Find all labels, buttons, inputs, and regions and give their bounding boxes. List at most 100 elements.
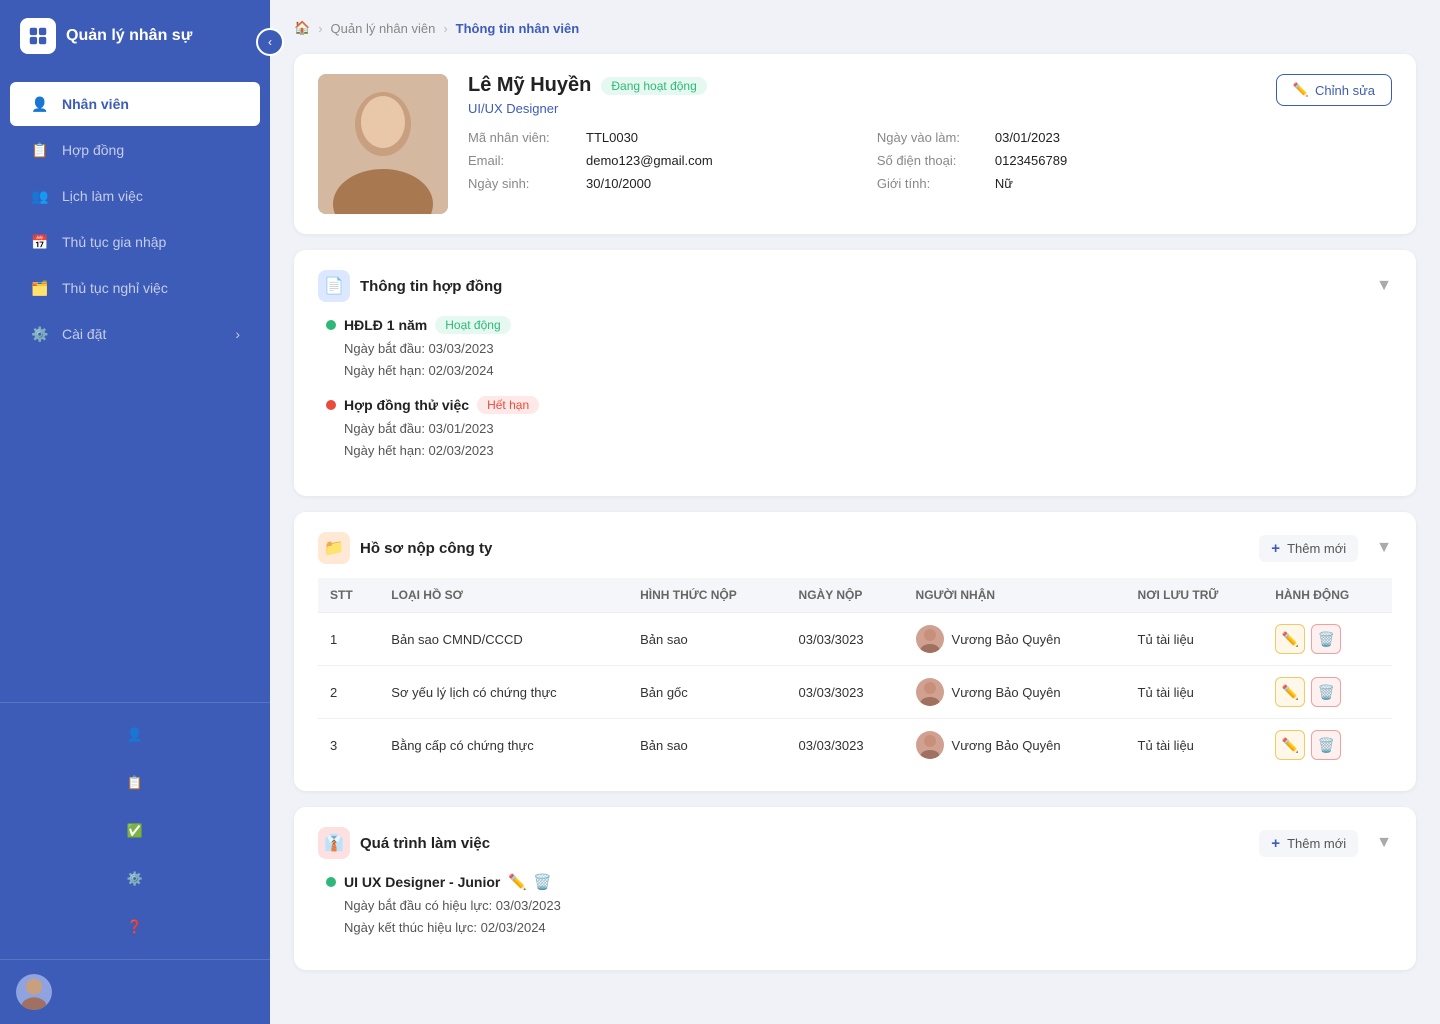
sidebar-item-label: Hợp đồng [62, 142, 124, 158]
employee-header: Lê Mỹ Huyền Đang hoạt động UI/UX Designe… [318, 74, 1392, 214]
plus-icon: + [1271, 540, 1280, 557]
document-chevron-icon[interactable]: ▼ [1376, 539, 1392, 557]
career-1-dates: Ngày bắt đầu có hiệu lực: 03/03/2023 Ngà… [326, 895, 1392, 939]
delete-doc-button[interactable]: 🗑️ [1311, 624, 1341, 654]
sidebar-item-cai-dat[interactable]: ⚙️ Cài đặt › [10, 312, 260, 356]
breadcrumb: 🏠 › Quản lý nhân viên › Thông tin nhân v… [294, 20, 1416, 36]
sidebar-user [0, 959, 270, 1024]
cell-stt: 3 [318, 719, 379, 772]
home-icon[interactable]: 🏠 [294, 20, 310, 36]
employee-photo [318, 74, 448, 214]
table-row: 1 Bản sao CMND/CCCD Bản sao 03/03/3023 V… [318, 613, 1392, 666]
email-label: Email: [468, 153, 578, 168]
ngay-vao-lam-value: 03/01/2023 [995, 130, 1060, 145]
gioi-tinh-label: Giới tính: [877, 176, 987, 191]
employee-details: Lê Mỹ Huyền Đang hoạt động UI/UX Designe… [468, 74, 1256, 191]
contract-1-dates: Ngày bắt đầu: 03/03/2023 Ngày hết hạn: 0… [326, 338, 1392, 382]
ngay-vao-lam-label: Ngày vào làm: [877, 130, 987, 145]
cell-ngay-nop: 03/03/3023 [787, 719, 904, 772]
employee-name: Lê Mỹ Huyền [468, 74, 591, 97]
settings-icon: ⚙️ [30, 324, 50, 344]
gear-icon[interactable]: ⚙️ [115, 859, 155, 899]
cell-loai: Bằng cấp có chứng thực [379, 719, 628, 772]
sidebar-item-label: Nhân viên [62, 96, 129, 112]
career-edit-button[interactable]: ✏️ [508, 873, 527, 891]
person-icon: 👤 [30, 94, 50, 114]
edit-employee-button[interactable]: ✏️ Chỉnh sửa [1276, 74, 1392, 106]
logo-icon [20, 18, 56, 54]
cell-hinh-thuc: Bản gốc [628, 666, 786, 719]
career-item-1: UI UX Designer - Junior ✏️ 🗑️ Ngày bắt đ… [318, 873, 1392, 939]
cell-ngay-nop: 03/03/3023 [787, 613, 904, 666]
breadcrumb-level1[interactable]: Quản lý nhân viên [331, 21, 436, 36]
cell-hanh-dong: ✏️ 🗑️ [1263, 666, 1392, 719]
document-table: STT LOẠI HỒ SƠ HÌNH THỨC NỘP NGÀY NỘP NG… [318, 578, 1392, 771]
col-ngay-nop: NGÀY NỘP [787, 578, 904, 613]
sidebar-bottom-icons: 👤 📋 ✅ ⚙️ ❓ [0, 702, 270, 959]
sidebar-nav: 👤 Nhân viên 📋 Hợp đồng 👥 Lịch làm việc 📅… [0, 72, 270, 702]
recipient-avatar [916, 625, 944, 653]
cell-nguoi-nhan: Vương Bảo Quyên [904, 613, 1126, 666]
table-row: 3 Bằng cấp có chứng thực Bản sao 03/03/3… [318, 719, 1392, 772]
cell-hinh-thuc: Bản sao [628, 719, 786, 772]
dot-active-icon [326, 320, 336, 330]
calendar-icon: 👥 [30, 186, 50, 206]
contract-icon: 📋 [30, 140, 50, 160]
cell-hinh-thuc: Bản sao [628, 613, 786, 666]
user-circle-icon[interactable]: 👤 [115, 715, 155, 755]
sidebar-item-nhan-vien[interactable]: 👤 Nhân viên [10, 82, 260, 126]
sidebar-item-lich-lam-viec[interactable]: 👥 Lịch làm việc [10, 174, 260, 218]
collapse-button[interactable]: ‹ [256, 28, 284, 56]
career-dot-icon [326, 877, 336, 887]
sidebar-item-label: Cài đặt [62, 326, 106, 342]
career-chevron-icon[interactable]: ▼ [1376, 834, 1392, 852]
ma-nv-value: TTL0030 [586, 130, 638, 145]
cell-ngay-nop: 03/03/3023 [787, 666, 904, 719]
sidebar-item-hop-dong[interactable]: 📋 Hợp đồng [10, 128, 260, 172]
recipient-avatar [916, 678, 944, 706]
delete-doc-button[interactable]: 🗑️ [1311, 677, 1341, 707]
cell-stt: 1 [318, 613, 379, 666]
cell-hanh-dong: ✏️ 🗑️ [1263, 613, 1392, 666]
cell-hanh-dong: ✏️ 🗑️ [1263, 719, 1392, 772]
career-section-icon: 👔 [318, 827, 350, 859]
add-document-button[interactable]: + Thêm mới [1259, 535, 1358, 562]
check-icon[interactable]: ✅ [115, 811, 155, 851]
offboard-icon: 🗂️ [30, 278, 50, 298]
help-icon[interactable]: ❓ [115, 907, 155, 947]
ngay-sinh-value: 30/10/2000 [586, 176, 651, 191]
sdt-label: Số điện thoại: [877, 153, 987, 168]
edit-doc-button[interactable]: ✏️ [1275, 624, 1305, 654]
list-icon[interactable]: 📋 [115, 763, 155, 803]
plus-icon: + [1271, 835, 1280, 852]
career-delete-button[interactable]: 🗑️ [533, 873, 552, 891]
contract-1-name: HĐLĐ 1 năm [344, 317, 427, 333]
cell-noi-luu: Tủ tài liệu [1126, 719, 1264, 772]
contract-chevron-icon[interactable]: ▼ [1376, 277, 1392, 295]
pencil-icon: ✏️ [1293, 82, 1309, 98]
logo: Quản lý nhân sự [0, 0, 270, 72]
email-value: demo123@gmail.com [586, 153, 713, 168]
cell-loai: Bản sao CMND/CCCD [379, 613, 628, 666]
add-career-button[interactable]: + Thêm mới [1259, 830, 1358, 857]
chevron-right-icon: › [235, 326, 240, 342]
contract-section-title: Thông tin hợp đồng [360, 278, 1366, 295]
contract-item-2: Hợp đồng thử việc Hết hạn Ngày bắt đầu: … [318, 396, 1392, 462]
sidebar-item-thu-tuc-nghi-viec[interactable]: 🗂️ Thủ tục nghỉ việc [10, 266, 260, 310]
sidebar: Quản lý nhân sự ‹ 👤 Nhân viên 📋 Hợp đồng… [0, 0, 270, 1024]
recipient-avatar [916, 731, 944, 759]
main-content: 🏠 › Quản lý nhân viên › Thông tin nhân v… [270, 0, 1440, 1024]
sidebar-item-thu-tuc-gia-nhap[interactable]: 📅 Thủ tục gia nhập [10, 220, 260, 264]
col-nguoi-nhan: NGƯỜI NHẬN [904, 578, 1126, 613]
cell-nguoi-nhan: Vương Bảo Quyên [904, 666, 1126, 719]
gioi-tinh-value: Nữ [995, 176, 1013, 191]
contract-section-icon: 📄 [318, 270, 350, 302]
sdt-value: 0123456789 [995, 153, 1067, 168]
employee-info-card: Lê Mỹ Huyền Đang hoạt động UI/UX Designe… [294, 54, 1416, 234]
career-1-title: UI UX Designer - Junior [344, 874, 500, 890]
edit-doc-button[interactable]: ✏️ [1275, 730, 1305, 760]
sidebar-item-label: Thủ tục gia nhập [62, 234, 166, 250]
contract-2-status: Hết hạn [477, 396, 539, 414]
delete-doc-button[interactable]: 🗑️ [1311, 730, 1341, 760]
edit-doc-button[interactable]: ✏️ [1275, 677, 1305, 707]
